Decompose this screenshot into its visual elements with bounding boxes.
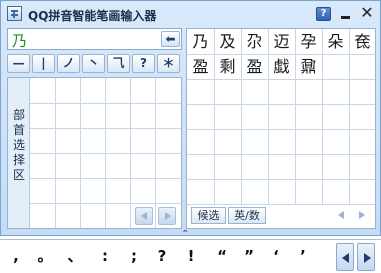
candidate-char[interactable]: 盈 xyxy=(241,55,268,78)
punct-enum-comma[interactable]: 、 xyxy=(64,243,86,269)
minimize-icon xyxy=(341,16,350,19)
punct-right-dquote[interactable]: ” xyxy=(238,243,260,269)
stroke-pie-button[interactable]: ノ xyxy=(57,54,80,73)
stroke-any-button[interactable]: ＊ xyxy=(157,54,180,73)
input-value: 乃 xyxy=(12,32,28,50)
help-button[interactable]: ? xyxy=(316,7,331,21)
punct-next-button[interactable] xyxy=(357,243,375,271)
candidate-char[interactable]: 孕 xyxy=(295,30,322,53)
punctuation-bar: , 。 、 : ; ? ! “ ” ‘ ’ xyxy=(0,239,381,273)
stroke-wildcard-button[interactable]: ? xyxy=(132,54,155,73)
stroke-input-field[interactable]: 乃 ⬅ xyxy=(7,28,182,50)
radical-next-button[interactable] xyxy=(158,207,176,225)
candidate-char[interactable]: 及 xyxy=(214,30,241,53)
arrow-left-icon xyxy=(338,211,344,219)
arrow-left-icon: ⬅ xyxy=(165,32,176,46)
stroke-input-window: QQ拼音智能笔画输入器 ? ✕ 乃 ⬅ — | ノ 丶 ⺄ ? ＊ 部首选择区 xyxy=(0,0,381,236)
punct-prev-button[interactable] xyxy=(336,243,354,271)
stroke-buttons: — | ノ 丶 ⺄ ? ＊ xyxy=(7,54,182,75)
candidate-char[interactable]: 奃 xyxy=(349,30,376,53)
candidate-char[interactable]: 盈 xyxy=(187,55,214,78)
candidate-char[interactable]: 迈 xyxy=(268,30,295,53)
candidate-panel: 乃 及 尕 迈 孕 朵 奃 盈 剩 盈 戱 鼐 候选 英/数 xyxy=(186,28,376,229)
candidate-char[interactable]: 乃 xyxy=(187,30,214,53)
punct-right-squote[interactable]: ’ xyxy=(292,243,314,269)
candidate-char[interactable]: 朵 xyxy=(322,30,349,53)
arrow-right-icon xyxy=(165,212,171,220)
radical-grid[interactable] xyxy=(30,78,181,228)
candidate-char[interactable]: 鼐 xyxy=(295,55,322,78)
punct-colon[interactable]: : xyxy=(94,243,116,269)
punct-left-squote[interactable]: ‘ xyxy=(265,243,287,269)
titlebar[interactable]: QQ拼音智能笔画输入器 ? ✕ xyxy=(1,1,380,27)
arrow-left-icon xyxy=(141,212,147,220)
punct-exclamation[interactable]: ! xyxy=(180,243,202,269)
arrow-left-icon xyxy=(342,253,349,263)
stroke-shu-button[interactable]: | xyxy=(32,54,55,73)
candidate-char[interactable]: 剩 xyxy=(214,55,241,78)
radical-panel-label: 部首选择区 xyxy=(12,108,25,182)
window-title: QQ拼音智能笔画输入器 xyxy=(28,9,157,23)
stroke-zhe-button[interactable]: ⺄ xyxy=(107,54,130,73)
arrow-right-icon xyxy=(359,211,365,219)
tab-english-number[interactable]: 英/数 xyxy=(228,207,266,224)
punct-left-dquote[interactable]: “ xyxy=(211,243,233,269)
punct-semicolon[interactable]: ; xyxy=(123,243,145,269)
backspace-button[interactable]: ⬅ xyxy=(161,31,180,47)
tab-candidates[interactable]: 候选 xyxy=(191,207,226,224)
minimize-button[interactable] xyxy=(339,7,353,21)
radical-panel: 部首选择区 xyxy=(7,77,182,229)
candidate-next-button[interactable] xyxy=(353,207,371,225)
radical-prev-button[interactable] xyxy=(135,207,153,225)
arrow-right-icon xyxy=(364,253,371,263)
candidate-char[interactable]: 戱 xyxy=(268,55,295,78)
punct-question[interactable]: ? xyxy=(151,243,173,269)
close-button[interactable]: ✕ xyxy=(359,4,375,22)
stroke-heng-button[interactable]: — xyxy=(7,54,30,73)
candidate-prev-button[interactable] xyxy=(333,207,351,225)
stroke-dian-button[interactable]: 丶 xyxy=(82,54,105,73)
candidate-char[interactable]: 尕 xyxy=(241,30,268,53)
punct-comma[interactable]: , xyxy=(5,243,27,269)
app-icon xyxy=(7,6,22,21)
radical-label-column: 部首选择区 xyxy=(8,78,30,228)
punct-period[interactable]: 。 xyxy=(34,243,56,269)
